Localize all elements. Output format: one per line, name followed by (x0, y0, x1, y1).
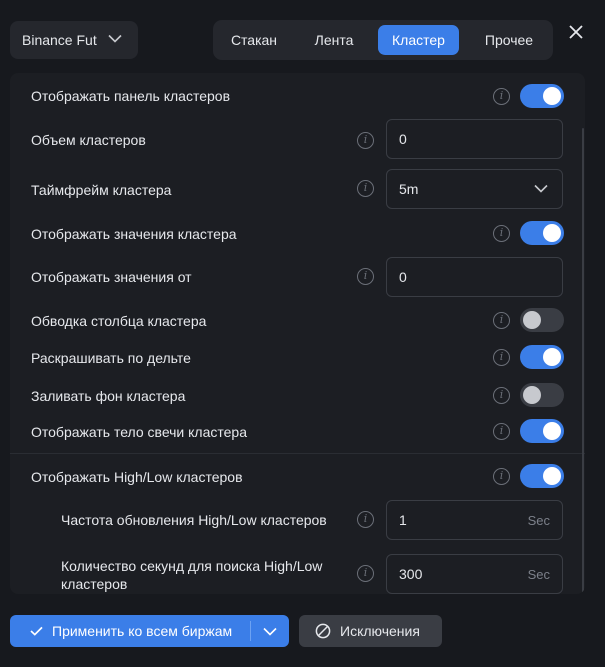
fill-cluster-background-toggle[interactable] (520, 383, 564, 407)
toggle-knob (523, 311, 541, 329)
exclusions-button[interactable]: Исключения (299, 615, 442, 647)
chevron-down-icon (108, 34, 122, 43)
fill-cluster-background-label: Заливать фон кластера (31, 388, 186, 404)
cluster-volume-value: 0 (399, 131, 407, 147)
apply-to-all-exchanges-button[interactable]: Применить ко всем биржам (10, 615, 289, 647)
cluster-column-outline-toggle[interactable] (520, 308, 564, 332)
info-icon[interactable]: i (493, 387, 510, 404)
check-icon (30, 626, 43, 636)
toggle-knob (543, 422, 561, 440)
show-candle-body-label: Отображать тело свечи кластера (31, 424, 247, 440)
cluster-settings-panel: Отображать панель кластеров i Объем клас… (10, 73, 585, 594)
cluster-timeframe-select[interactable]: 5m (386, 169, 563, 209)
info-icon[interactable]: i (493, 349, 510, 366)
high-low-refresh-rate-label: Частота обновления High/Low кластеров (61, 512, 327, 528)
cluster-volume-label: Объем кластеров (31, 132, 146, 148)
toggle-knob (543, 467, 561, 485)
high-low-refresh-rate-value: 1 (399, 512, 407, 528)
cluster-timeframe-label: Таймфрейм кластера (31, 182, 172, 198)
tab-orderbook-label: Стакан (230, 32, 278, 48)
high-low-search-seconds-input[interactable]: 300 Sec (386, 554, 563, 594)
exchange-select[interactable]: Binance Fut (10, 21, 138, 59)
exchange-select-value: Binance Fut (22, 32, 97, 48)
exclusions-button-label: Исключения (340, 623, 420, 639)
info-icon[interactable]: i (357, 132, 374, 149)
show-values-from-label: Отображать значения от (31, 269, 192, 285)
toggle-knob (543, 87, 561, 105)
tab-tape[interactable]: Лента (301, 25, 367, 55)
apply-dropdown-button[interactable] (251, 615, 289, 647)
chevron-down-icon (534, 184, 548, 193)
settings-tabs: Стакан Лента Кластер Прочее (213, 20, 553, 60)
show-values-from-input[interactable]: 0 (386, 257, 563, 297)
apply-button-label: Применить ко всем биржам (52, 623, 233, 639)
show-values-from-value: 0 (399, 269, 407, 285)
ban-icon (315, 623, 331, 639)
tab-other[interactable]: Прочее (471, 25, 547, 55)
unit-label: Sec (527, 567, 550, 582)
show-cluster-values-label: Отображать значения кластера (31, 226, 237, 242)
cluster-timeframe-value: 5m (399, 181, 419, 197)
tab-cluster-label: Кластер (392, 32, 445, 48)
show-high-low-label: Отображать High/Low кластеров (31, 469, 243, 485)
high-low-search-seconds-label: Количество секунд для поиска High/Low кл… (61, 558, 323, 592)
color-by-delta-toggle[interactable] (520, 345, 564, 369)
close-icon[interactable] (566, 22, 586, 42)
cluster-column-outline-label: Обводка столбца кластера (31, 313, 207, 329)
unit-label: Sec (527, 513, 550, 528)
info-icon[interactable]: i (357, 268, 374, 285)
info-icon[interactable]: i (493, 225, 510, 242)
toggle-knob (543, 224, 561, 242)
show-cluster-panel-toggle[interactable] (520, 84, 564, 108)
toggle-knob (543, 348, 561, 366)
color-by-delta-label: Раскрашивать по дельте (31, 350, 191, 366)
info-icon[interactable]: i (493, 88, 510, 105)
info-icon[interactable]: i (357, 565, 374, 582)
info-icon[interactable]: i (357, 511, 374, 528)
section-divider (10, 453, 585, 454)
tab-other-label: Прочее (484, 32, 534, 48)
apply-main-button[interactable]: Применить ко всем биржам (10, 615, 250, 647)
tab-tape-label: Лента (314, 32, 354, 48)
info-icon[interactable]: i (357, 180, 374, 197)
tab-orderbook[interactable]: Стакан (221, 25, 287, 55)
high-low-search-seconds-value: 300 (399, 566, 423, 582)
info-icon[interactable]: i (493, 468, 510, 485)
chevron-down-icon (263, 627, 277, 636)
scrollbar[interactable] (582, 128, 584, 593)
cluster-volume-input[interactable]: 0 (386, 119, 563, 159)
info-icon[interactable]: i (493, 423, 510, 440)
show-cluster-values-toggle[interactable] (520, 221, 564, 245)
high-low-refresh-rate-input[interactable]: 1 Sec (386, 500, 563, 540)
tab-cluster[interactable]: Кластер (378, 25, 459, 55)
show-cluster-panel-label: Отображать панель кластеров (31, 88, 231, 104)
show-candle-body-toggle[interactable] (520, 419, 564, 443)
toggle-knob (523, 386, 541, 404)
show-high-low-toggle[interactable] (520, 464, 564, 488)
info-icon[interactable]: i (493, 312, 510, 329)
